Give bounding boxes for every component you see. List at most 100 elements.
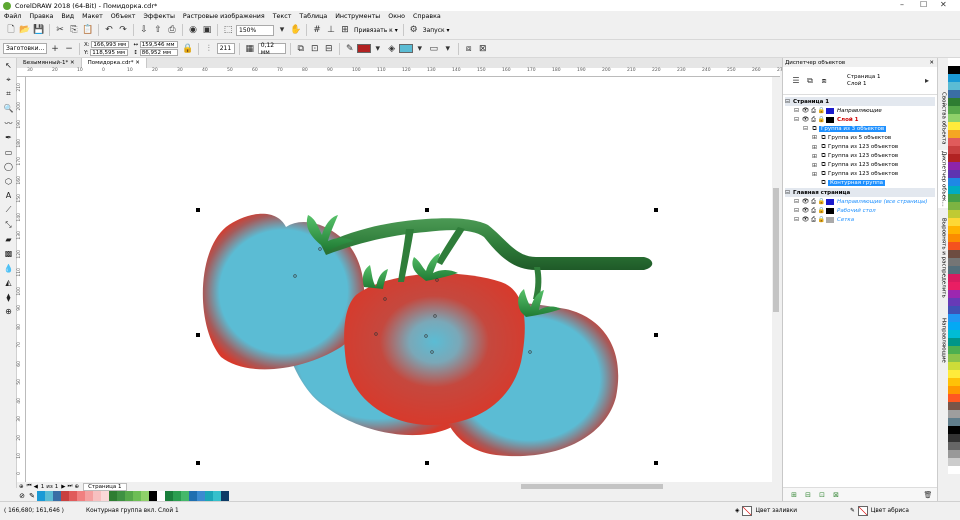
palette-swatch[interactable] bbox=[948, 298, 960, 306]
visibility-icon[interactable]: 👁 bbox=[802, 216, 810, 223]
fill-color-icon[interactable]: ◈ bbox=[386, 43, 398, 55]
import-icon[interactable]: ⇩ bbox=[138, 24, 150, 36]
page-tab[interactable]: Страница 1 bbox=[83, 482, 127, 491]
height-field[interactable]: 86,952 мм bbox=[139, 49, 178, 56]
palette-swatch[interactable] bbox=[221, 491, 229, 501]
prev-page-icon[interactable]: ◀ bbox=[34, 484, 38, 490]
eyedropper-tool-icon[interactable]: 💧 bbox=[0, 261, 17, 276]
parallel-dimension-icon[interactable]: ⟋ bbox=[0, 203, 17, 218]
vertical-scrollbar[interactable] bbox=[772, 77, 781, 482]
y-field[interactable]: 118,595 мм bbox=[90, 49, 129, 56]
zoom-tool-icon[interactable]: 🔍 bbox=[0, 102, 17, 117]
visibility-icon[interactable]: 👁 bbox=[802, 207, 810, 214]
palette-swatch[interactable] bbox=[157, 491, 165, 501]
palette-swatch[interactable] bbox=[948, 202, 960, 210]
shape-tool-icon[interactable]: ⌖ bbox=[0, 73, 17, 88]
menu-layout[interactable]: Макет bbox=[82, 13, 103, 20]
palette-swatch[interactable] bbox=[948, 418, 960, 426]
print-icon[interactable]: ⎙ bbox=[810, 198, 817, 205]
palette-swatch[interactable] bbox=[85, 491, 93, 501]
palette-swatch[interactable] bbox=[948, 242, 960, 250]
lock-icon[interactable]: 🔒 bbox=[818, 107, 825, 114]
expand-toggle-icon[interactable]: ⊞ bbox=[812, 134, 818, 141]
palette-swatch[interactable] bbox=[948, 338, 960, 346]
palette-swatch[interactable] bbox=[948, 194, 960, 202]
artistic-media-icon[interactable]: ✒ bbox=[0, 131, 17, 146]
tab-pomidorka[interactable]: Помидорка.cdr* ✕ bbox=[81, 58, 147, 68]
contour-outside-icon[interactable]: ⊟ bbox=[323, 43, 335, 55]
interactive-fill-icon[interactable]: ◭ bbox=[0, 276, 17, 291]
palette-swatch[interactable] bbox=[189, 491, 197, 501]
palette-swatch[interactable] bbox=[948, 122, 960, 130]
show-properties-icon[interactable]: ⧉ bbox=[804, 75, 816, 87]
outline-color-dropdown-icon[interactable]: ▾ bbox=[372, 43, 384, 55]
expand-toggle-icon[interactable]: ⊞ bbox=[812, 162, 818, 169]
hand-icon[interactable]: ✋ bbox=[290, 24, 302, 36]
horizontal-ruler[interactable]: 30 20 10 0 10 20 30 40 50 60 70 80 90 100 110 120 130 140… bbox=[17, 68, 811, 77]
palette-swatch[interactable] bbox=[948, 330, 960, 338]
palette-swatch[interactable] bbox=[948, 146, 960, 154]
print-icon[interactable]: ⎙ bbox=[810, 207, 817, 214]
palette-swatch[interactable] bbox=[948, 274, 960, 282]
fill-color-swatch[interactable] bbox=[398, 44, 413, 53]
palette-swatch[interactable] bbox=[948, 322, 960, 330]
tree-item[interactable]: ⊞ ⧉ Группа из 123 объектов bbox=[812, 143, 898, 152]
expand-toggle-icon[interactable]: ⊟ bbox=[785, 98, 791, 105]
palette-swatch[interactable] bbox=[948, 266, 960, 274]
expand-toggle-icon[interactable]: ⊞ bbox=[812, 153, 818, 160]
visibility-icon[interactable]: 👁 bbox=[802, 116, 810, 123]
palette-swatch[interactable] bbox=[948, 410, 960, 418]
outline-color-swatch[interactable] bbox=[356, 44, 371, 53]
shadow-tool-icon[interactable]: ▰ bbox=[0, 232, 17, 247]
palette-swatch[interactable] bbox=[37, 491, 45, 501]
first-page-icon[interactable]: ⏮ bbox=[27, 483, 32, 490]
layer-color-swatch[interactable] bbox=[826, 198, 834, 205]
palette-swatch[interactable] bbox=[948, 458, 960, 466]
tree-item[interactable]: ⊞ ⧉ Группа из 5 объектов bbox=[812, 133, 891, 142]
polygon-tool-icon[interactable]: ⬡ bbox=[0, 174, 17, 189]
expand-toggle-icon[interactable]: ⊞ bbox=[812, 144, 818, 151]
tree-item[interactable]: ⊞ ⧉ Группа из 123 объектов bbox=[812, 152, 898, 161]
palette-swatch[interactable] bbox=[173, 491, 181, 501]
rectangle-tool-icon[interactable]: ▭ bbox=[0, 145, 17, 160]
palette-swatch[interactable] bbox=[948, 386, 960, 394]
print-icon[interactable]: ⎙ bbox=[810, 107, 817, 114]
ellipse-tool-icon[interactable]: ◯ bbox=[0, 160, 17, 175]
smart-fill-icon[interactable]: ⧫ bbox=[0, 290, 17, 305]
menu-table[interactable]: Таблица bbox=[299, 13, 327, 20]
palette-swatch[interactable] bbox=[165, 491, 173, 501]
connector-tool-icon[interactable]: ⤡ bbox=[0, 218, 17, 233]
palette-swatch[interactable] bbox=[948, 362, 960, 370]
print-icon[interactable]: ⎙ bbox=[166, 24, 178, 36]
snap-to-button[interactable]: Привязать к ▾ bbox=[354, 27, 398, 34]
palette-swatch[interactable] bbox=[948, 450, 960, 458]
palette-swatch[interactable] bbox=[109, 491, 117, 501]
palette-swatch[interactable] bbox=[133, 491, 141, 501]
no-color-icon[interactable]: ⊘ bbox=[17, 492, 27, 500]
export-icon[interactable]: ⇧ bbox=[152, 24, 164, 36]
menu-window[interactable]: Окно bbox=[388, 13, 405, 20]
palette-swatch[interactable] bbox=[948, 210, 960, 218]
palette-swatch[interactable] bbox=[948, 394, 960, 402]
tree-item[interactable]: ⊟ 👁 ⎙ 🔒 Направляющие bbox=[794, 106, 882, 115]
remove-preset-icon[interactable]: − bbox=[63, 43, 75, 55]
guides-icon[interactable]: ⊞ bbox=[339, 24, 351, 36]
new-master-layer-even-icon[interactable]: ⊠ bbox=[830, 489, 842, 501]
palette-swatch[interactable] bbox=[948, 90, 960, 98]
tree-item[interactable]: ⊞ ⧉ Группа из 123 объектов bbox=[812, 170, 898, 179]
menu-edit[interactable]: Правка bbox=[29, 13, 53, 20]
freehand-tool-icon[interactable]: 〰 bbox=[0, 116, 17, 131]
palette-swatch[interactable] bbox=[948, 130, 960, 138]
palette-swatch[interactable] bbox=[205, 491, 213, 501]
lock-ratio-icon[interactable]: 🔒 bbox=[182, 43, 194, 55]
edit-across-layers-icon[interactable]: ⧈ bbox=[818, 75, 830, 87]
tree-item[interactable]: ⧉ Контурная группа bbox=[812, 179, 886, 188]
palette-swatch[interactable] bbox=[948, 378, 960, 386]
palette-swatch[interactable] bbox=[948, 426, 960, 434]
cut-icon[interactable]: ✂ bbox=[54, 24, 66, 36]
visibility-icon[interactable]: 👁 bbox=[802, 107, 810, 114]
corel-connect-icon[interactable]: ◉ bbox=[187, 24, 199, 36]
crop-tool-icon[interactable]: ⌗ bbox=[0, 87, 17, 102]
save-icon[interactable]: 💾 bbox=[33, 24, 45, 36]
print-icon[interactable]: ⎙ bbox=[810, 116, 817, 123]
